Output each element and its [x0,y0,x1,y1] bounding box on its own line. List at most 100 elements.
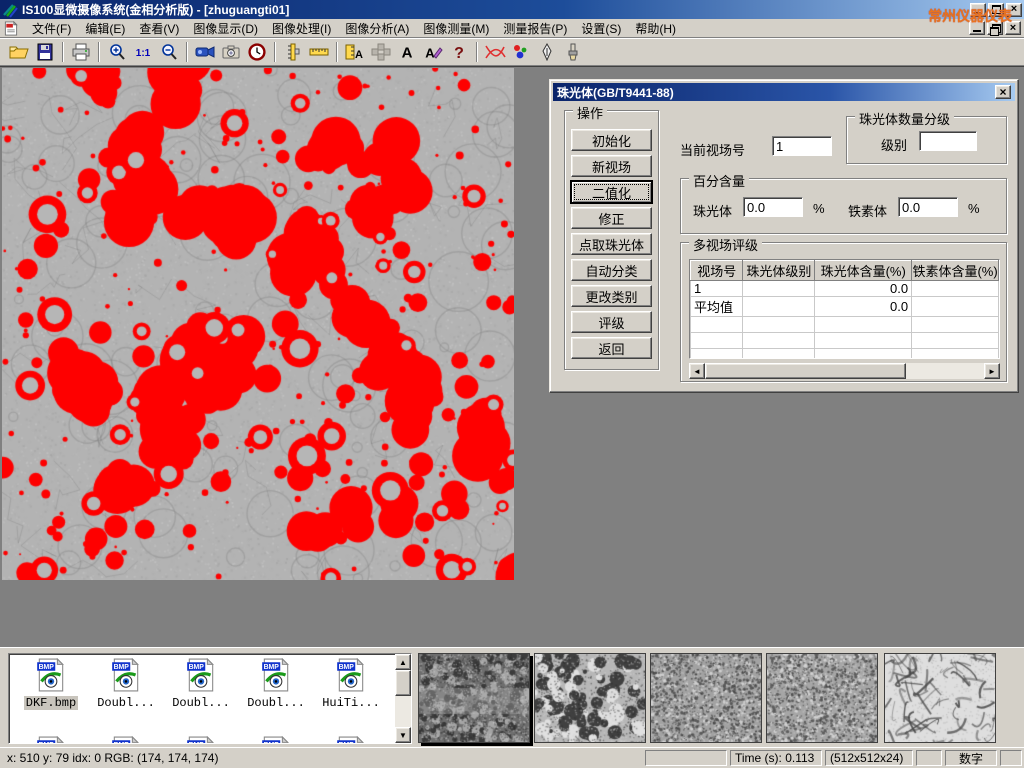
menu-item-0[interactable]: 文件(F) [25,18,78,39]
file-item-1[interactable]: BMPDoubl... [90,658,162,710]
correct-button[interactable]: 修正 [571,207,652,229]
file-item-row2-0[interactable]: BMP [15,736,87,744]
table-row[interactable] [691,333,999,349]
scroll-down-icon[interactable]: ▼ [395,727,411,743]
file-item-row2-2[interactable]: BMP [165,736,237,744]
open-icon[interactable] [6,40,32,64]
current-field-input[interactable] [772,136,832,156]
svg-text:?: ? [454,45,464,61]
actual-size-icon[interactable]: 1:1 [130,40,156,64]
measure-label-icon[interactable]: A [342,40,368,64]
change-class-button[interactable]: 更改类别 [571,285,652,307]
file-item-row2-1[interactable]: BMP [90,736,162,744]
menu-item-7[interactable]: 测量报告(P) [496,18,574,39]
table-cell [912,333,999,349]
thumbnail-2[interactable] [534,653,646,743]
table-cell [815,349,912,360]
menu-item-4[interactable]: 图像处理(I) [265,18,338,39]
return-button[interactable]: 返回 [571,337,652,359]
table-cell [815,317,912,333]
file-scroll-thumb[interactable] [395,670,411,696]
dialog-close-icon[interactable]: × [995,85,1011,99]
file-item-4[interactable]: BMPHuiTi... [315,658,387,710]
file-item-row2-3[interactable]: BMP [240,736,312,744]
grade-input[interactable] [919,131,977,151]
svg-text:BMP: BMP [189,664,205,671]
minimize-button[interactable] [970,3,986,17]
table-column-header[interactable]: 珠光体级别 [743,261,815,281]
table-row[interactable] [691,349,999,360]
initialize-button[interactable]: 初始化 [571,129,652,151]
mdi-restore-button[interactable] [987,21,1003,35]
brush-tool-icon[interactable] [560,40,586,64]
thumbnail-5[interactable] [884,653,996,743]
scroll-right-icon[interactable]: ► [984,363,1000,379]
percent-group-label: 百分含量 [689,171,749,190]
grade-group: 珠光体数量分级 级别 [846,116,1007,164]
document-icon [3,21,19,36]
close-button[interactable]: × [1006,3,1022,17]
mdi-minimize-button[interactable] [969,21,985,35]
menu-item-8[interactable]: 设置(S) [574,18,628,39]
menu-item-6[interactable]: 图像测量(M) [416,18,496,39]
table-column-header[interactable]: 视场号 [691,261,743,281]
toolbar-separator [476,42,478,62]
svg-text:BMP: BMP [114,664,130,671]
menu-item-1[interactable]: 编辑(E) [78,18,132,39]
ferrite-percent-input[interactable] [898,197,958,217]
new-field-button[interactable]: 新视场 [571,155,652,177]
dialog-title-bar[interactable]: 珠光体(GB/T9441-88) × [553,83,1015,101]
table-column-header[interactable]: 珠光体含量(%) [815,261,912,281]
thumbnail-1[interactable] [418,653,530,743]
pick-pearlite-button[interactable]: 点取珠光体 [571,233,652,255]
table-cell [912,297,999,317]
file-item-row2-4[interactable]: BMP [315,736,387,744]
zoom-out-icon[interactable] [156,40,182,64]
save-icon[interactable] [32,40,58,64]
mdi-close-button[interactable]: × [1005,21,1021,35]
help-icon[interactable]: ? [446,40,472,64]
particle-count-icon[interactable] [508,40,534,64]
grid-measure-icon[interactable] [368,40,394,64]
table-row[interactable]: 平均值0.0 [691,297,999,317]
text-icon[interactable]: A [394,40,420,64]
file-item-3[interactable]: BMPDoubl... [240,658,312,710]
grade-button[interactable]: 评级 [571,311,652,333]
pearlite-percent-input[interactable] [743,197,803,217]
toolbar-separator [336,42,338,62]
table-cell [691,317,743,333]
thumbnail-4[interactable] [766,653,878,743]
zoom-in-icon[interactable] [104,40,130,64]
rating-table[interactable]: 视场号珠光体级别珠光体含量(%)铁素体含量(%)10.0平均值0.0 [689,259,1000,359]
table-column-header[interactable]: 铁素体含量(%) [912,261,999,281]
file-vscrollbar[interactable]: ▲ ▼ [395,654,411,743]
table-cell: 平均值 [691,297,743,317]
file-browser[interactable]: BMPDKF.bmpBMPDoubl...BMPDoubl...BMPDoubl… [8,653,412,744]
caliper-icon[interactable] [280,40,306,64]
menu-item-5[interactable]: 图像分析(A) [338,18,416,39]
menu-item-3[interactable]: 图像显示(D) [186,18,265,39]
menu-item-2[interactable]: 查看(V) [132,18,186,39]
thumbnail-3[interactable] [650,653,762,743]
ruler-icon[interactable] [306,40,332,64]
auto-classify-button[interactable]: 自动分类 [571,259,652,281]
table-row[interactable]: 10.0 [691,281,999,297]
file-item-0[interactable]: BMPDKF.bmp [15,658,87,710]
scroll-left-icon[interactable]: ◄ [689,363,705,379]
scroll-up-icon[interactable]: ▲ [395,654,411,670]
pen-tool-icon[interactable] [534,40,560,64]
annotate-icon[interactable]: A [420,40,446,64]
curve-tool-icon[interactable] [482,40,508,64]
print-icon[interactable] [68,40,94,64]
video-camera-icon[interactable] [192,40,218,64]
menu-item-9[interactable]: 帮助(H) [628,18,683,39]
table-row[interactable] [691,317,999,333]
clock-icon[interactable] [244,40,270,64]
binarize-button[interactable]: 二值化 [571,181,652,203]
maximize-button[interactable] [988,3,1004,17]
file-item-2[interactable]: BMPDoubl... [165,658,237,710]
scroll-thumb[interactable] [705,363,906,379]
capture-icon[interactable] [218,40,244,64]
metallographic-image[interactable] [2,68,514,580]
table-hscrollbar[interactable]: ◄ ► [689,363,1000,379]
